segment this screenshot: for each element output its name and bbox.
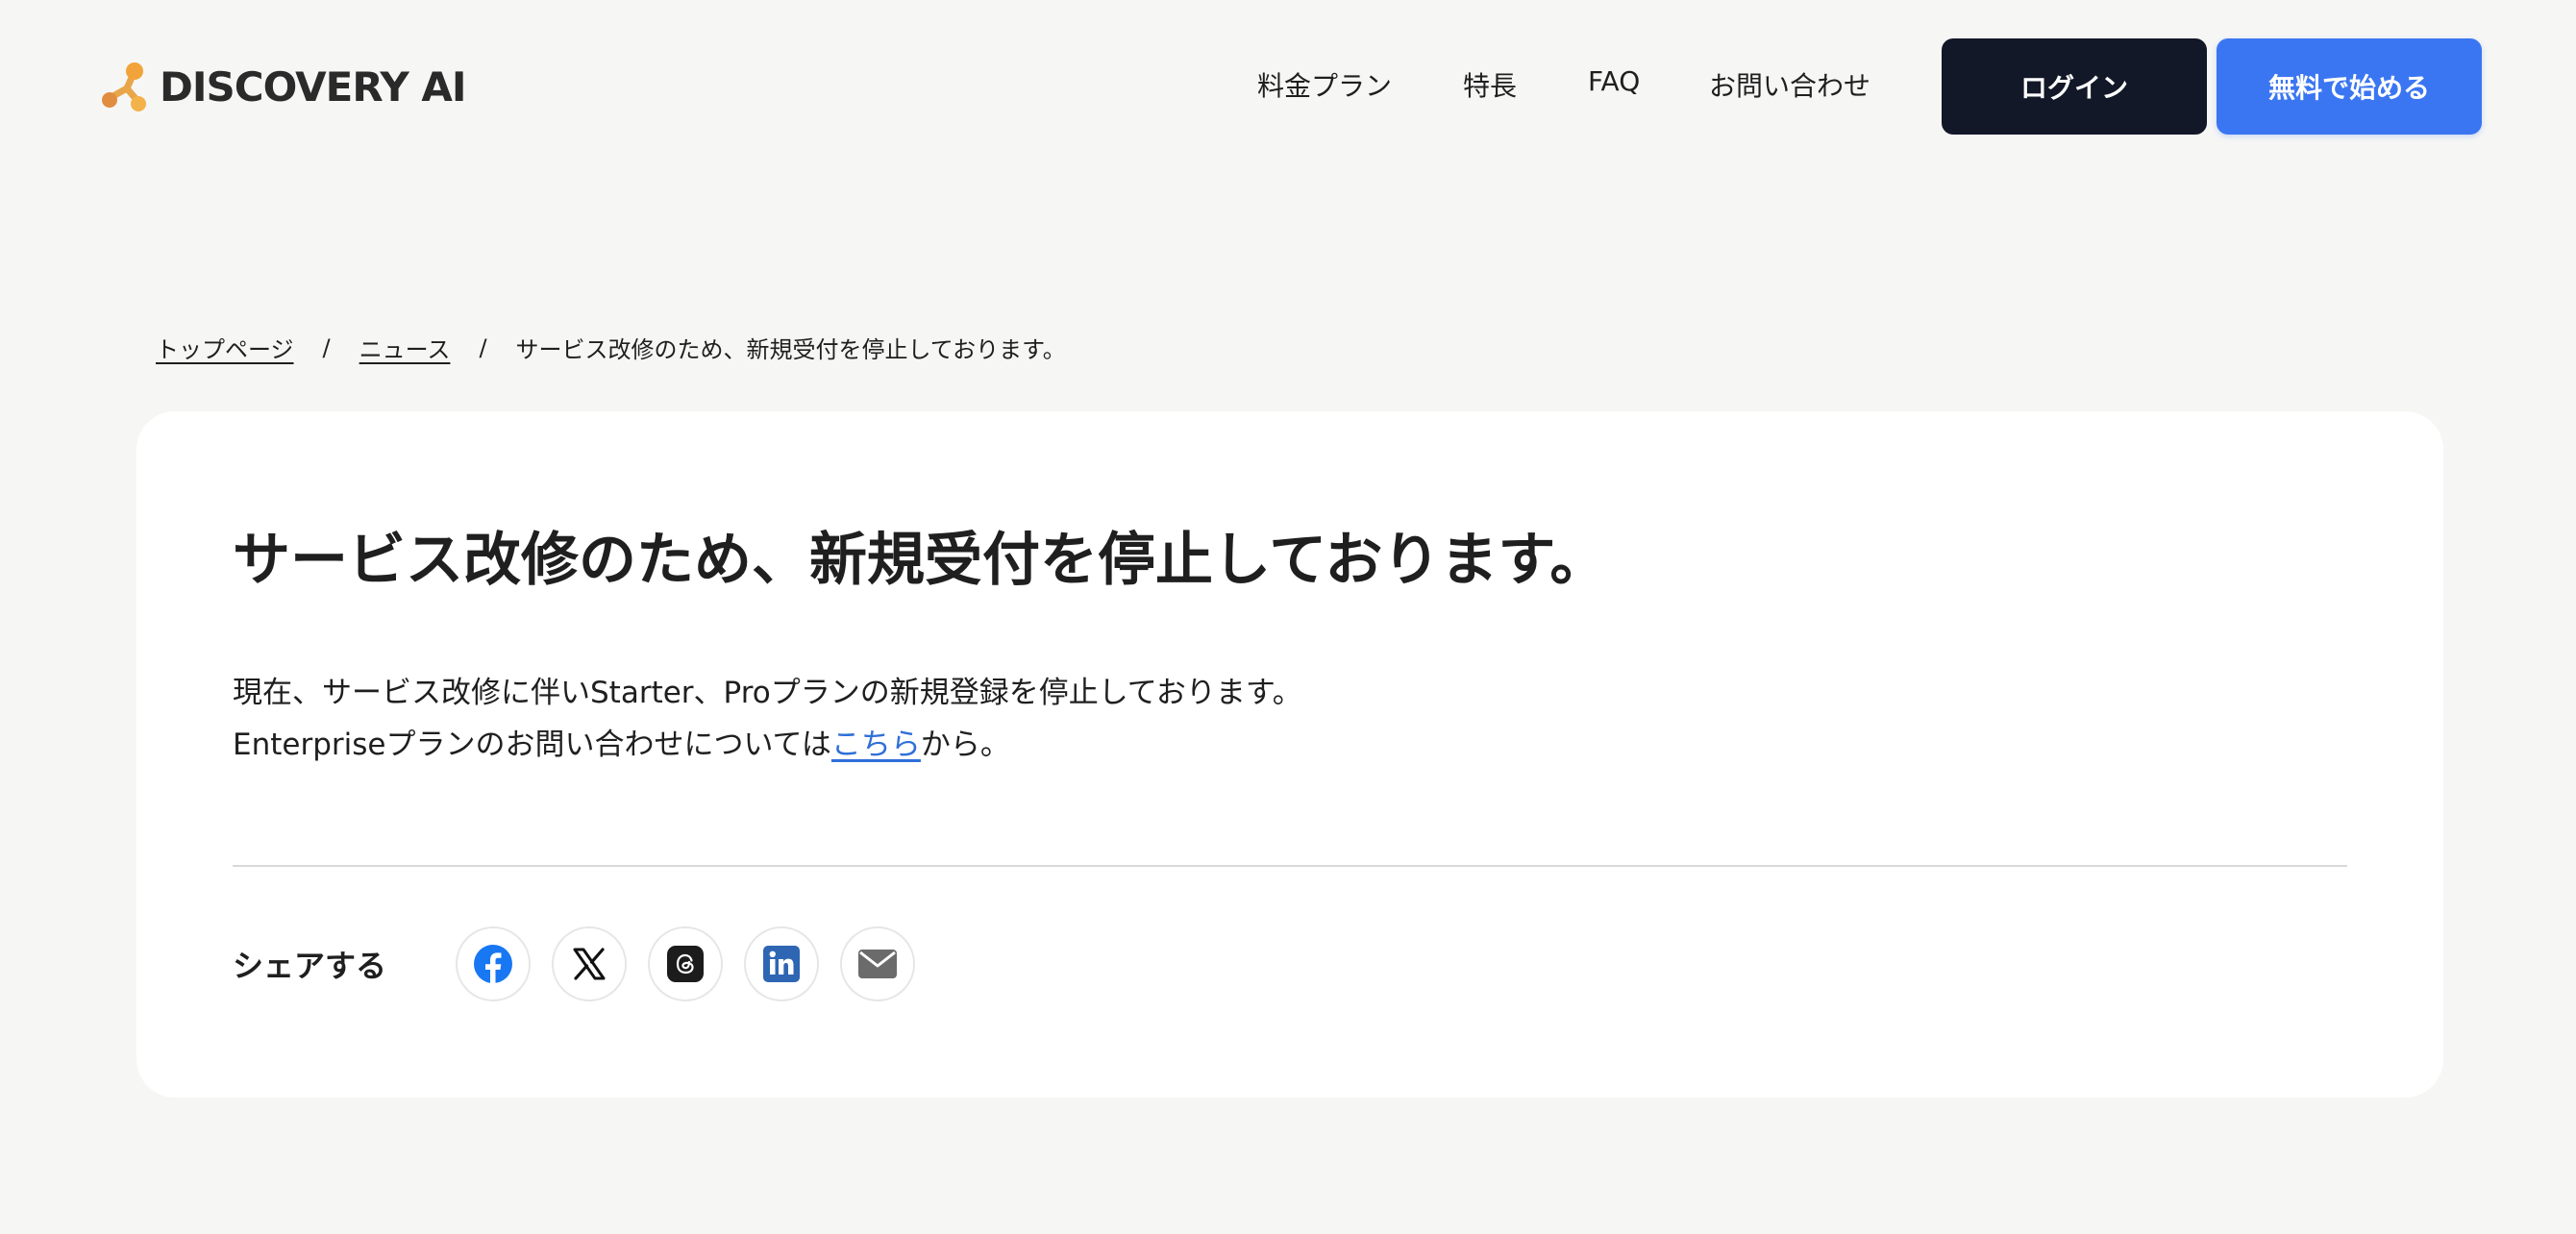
share-x-button[interactable] xyxy=(552,926,627,1001)
breadcrumb-separator: / xyxy=(479,333,487,361)
login-button[interactable]: ログイン xyxy=(1942,38,2207,135)
breadcrumb: トップページ / ニュース / サービス改修のため、新規受付を停止しております。 xyxy=(156,331,1066,364)
article-line-1: 現在、サービス改修に伴いStarter、Proプランの新規登録を停止しております… xyxy=(233,676,1302,710)
breadcrumb-home-link[interactable]: トップページ xyxy=(156,331,294,364)
article-line-2-text: Enterpriseプランのお問い合わせについては xyxy=(233,728,831,762)
breadcrumb-separator: / xyxy=(322,333,331,361)
breadcrumb-news-link[interactable]: ニュース xyxy=(359,331,451,364)
article-line-2: Enterpriseプランのお問い合わせについてはこちらから。 xyxy=(233,719,1302,771)
nav-features-link[interactable]: 特長 xyxy=(1463,65,1517,104)
logo-mark-icon xyxy=(96,60,148,113)
x-icon xyxy=(571,946,607,982)
logo-text: DISCOVERY AI xyxy=(160,62,467,111)
nav-faq-link[interactable]: FAQ xyxy=(1588,65,1640,97)
threads-icon xyxy=(666,945,705,983)
article-card: サービス改修のため、新規受付を停止しております。 現在、サービス改修に伴いSta… xyxy=(136,411,2443,1098)
facebook-icon xyxy=(473,944,513,984)
share-mail-button[interactable] xyxy=(840,926,915,1001)
site-header: DISCOVERY AI 料金プラン 特長 FAQ お問い合わせ ログイン 無料… xyxy=(0,0,2576,173)
article-body: 現在、サービス改修に伴いStarter、Proプランの新規登録を停止しております… xyxy=(233,667,1302,771)
logo[interactable]: DISCOVERY AI xyxy=(96,60,467,113)
linkedin-icon xyxy=(762,945,801,983)
share-facebook-button[interactable] xyxy=(456,926,531,1001)
share-label: シェアする xyxy=(233,948,387,984)
divider xyxy=(233,865,2347,867)
article-title: サービス改修のため、新規受付を停止しております。 xyxy=(233,527,1608,594)
article-line-2-suffix: から。 xyxy=(920,728,1010,762)
share-threads-button[interactable] xyxy=(648,926,723,1001)
nav-contact-link[interactable]: お問い合わせ xyxy=(1709,65,1870,104)
breadcrumb-current: サービス改修のため、新規受付を停止しております。 xyxy=(515,336,1066,363)
mail-icon xyxy=(857,948,898,980)
start-free-button[interactable]: 無料で始める xyxy=(2217,38,2482,135)
share-buttons xyxy=(456,926,936,1001)
contact-here-link[interactable]: こちら xyxy=(831,728,921,762)
nav-pricing-link[interactable]: 料金プラン xyxy=(1257,65,1392,104)
share-linkedin-button[interactable] xyxy=(744,926,819,1001)
